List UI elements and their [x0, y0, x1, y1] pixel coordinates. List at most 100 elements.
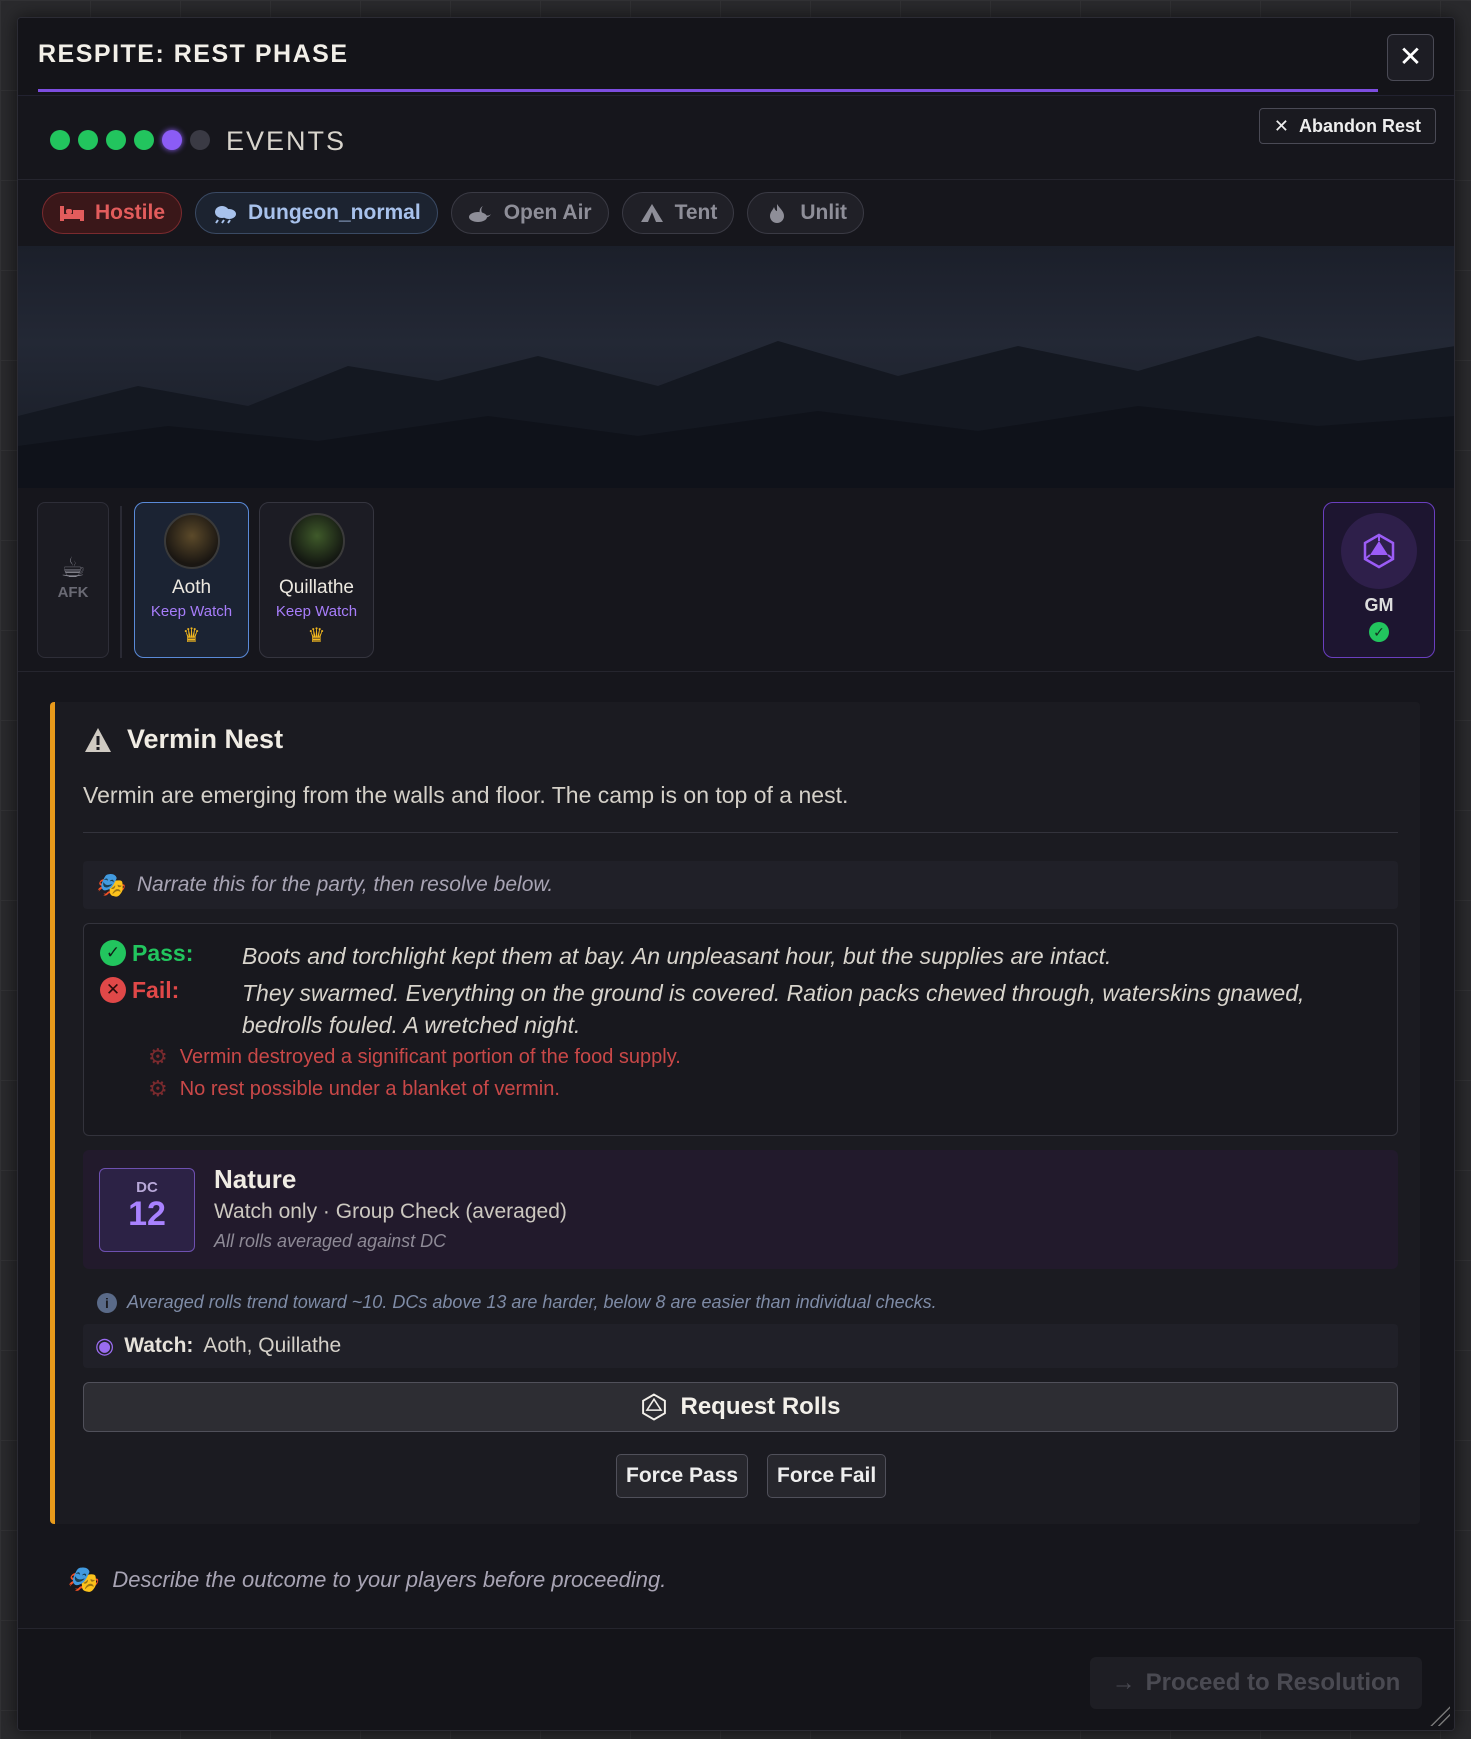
phase-progress-dots	[50, 130, 210, 150]
phase-label: EVENTS	[226, 126, 347, 156]
title-underline	[38, 89, 1378, 92]
member-activity: Keep Watch	[150, 603, 233, 620]
event-title: Vermin Nest	[127, 724, 284, 754]
bed-icon	[60, 206, 84, 221]
dc-value: 12	[128, 1195, 166, 1233]
tag-tent[interactable]: Tent	[621, 192, 735, 234]
narrate-text: Narrate this for the party, then resolve…	[136, 873, 554, 896]
consequence-item: ⚙ No rest possible under a blanket of ve…	[148, 1076, 560, 1102]
crown-icon: ♛	[182, 625, 201, 647]
x-circle-icon: ✕	[100, 977, 126, 1003]
watch-names: Aoth, Quillathe	[203, 1334, 342, 1357]
dc-badge: DC 12	[99, 1168, 195, 1252]
proceed-label: Proceed to Resolution	[1145, 1669, 1401, 1696]
theater-masks-icon: 🎭	[95, 871, 125, 899]
abandon-rest-label: Abandon Rest	[1298, 116, 1421, 136]
tag-dungeon[interactable]: Dungeon_normal	[195, 192, 438, 234]
gm-slot[interactable]: GM ✓	[1323, 502, 1435, 658]
describe-text: Describe the outcome to your players bef…	[112, 1566, 667, 1592]
flame-icon	[770, 204, 785, 223]
skill-check-panel: DC 12 Nature Watch only · Group Check (a…	[83, 1150, 1398, 1269]
hint-text: Averaged rolls trend toward ~10. DCs abo…	[127, 1292, 937, 1312]
tag-label: Dungeon_normal	[248, 201, 421, 224]
close-icon: ✕	[1273, 116, 1289, 136]
arrow-right-icon: →	[1111, 1669, 1136, 1696]
request-rolls-button[interactable]: Request Rolls	[83, 1382, 1398, 1432]
pass-label: Pass:	[132, 940, 194, 966]
party-bar: ☕ AFK Aoth Keep Watch ♛ Quillathe Keep W…	[18, 488, 1454, 672]
describe-prompt: 🎭 Describe the outcome to your players b…	[66, 1564, 666, 1595]
watch-row: ◉ Watch: Aoth, Quillathe	[83, 1324, 1398, 1368]
tag-open-air[interactable]: Open Air	[450, 192, 609, 234]
party-divider	[120, 506, 122, 658]
sky-icon	[468, 206, 491, 222]
phase-dot	[106, 130, 126, 150]
gear-icon: ⚙	[148, 1076, 168, 1101]
crown-icon: ♛	[307, 625, 326, 647]
consequence-text: Vermin destroyed a significant portion o…	[179, 1045, 681, 1068]
resize-handle[interactable]	[1428, 1704, 1450, 1726]
tag-unlit[interactable]: Unlit	[747, 192, 865, 234]
tent-icon	[640, 204, 663, 222]
request-rolls-label: Request Rolls	[680, 1393, 841, 1420]
d20-icon	[642, 1393, 667, 1421]
footer: → Proceed to Resolution	[18, 1628, 1454, 1730]
fail-text: They swarmed. Everything on the ground i…	[242, 980, 1305, 1038]
close-button[interactable]: ✕	[1387, 34, 1434, 81]
gm-avatar	[1341, 513, 1417, 589]
averaging-hint: i Averaged rolls trend toward ~10. DCs a…	[97, 1292, 937, 1313]
narrate-prompt: 🎭 Narrate this for the party, then resol…	[83, 861, 1398, 909]
window-title: RESPITE: REST PHASE	[38, 40, 349, 68]
check-circle-icon: ✓	[100, 940, 126, 966]
consequence-text: No rest possible under a blanket of verm…	[179, 1077, 560, 1100]
fail-row: ✕ Fail: They swarmed. Everything on the …	[100, 977, 1372, 1041]
event-title-row: Vermin Nest	[83, 724, 283, 755]
watch-label: Watch:	[124, 1334, 194, 1357]
avatar	[288, 513, 345, 569]
dc-label: DC	[136, 1179, 158, 1196]
afk-slot[interactable]: ☕ AFK	[37, 502, 109, 658]
skill-name: Nature	[214, 1164, 297, 1194]
phase-dot	[134, 130, 154, 150]
tag-label: Tent	[674, 201, 718, 224]
coffee-cup-icon: ☕	[60, 552, 86, 583]
avatar	[163, 513, 220, 569]
theater-masks-icon: 🎭	[66, 1564, 99, 1594]
info-icon: i	[97, 1292, 117, 1313]
tag-label: Hostile	[95, 201, 166, 224]
d20-icon	[1363, 533, 1395, 569]
abandon-rest-button[interactable]: ✕ Abandon Rest	[1258, 108, 1436, 144]
party-member-aoth[interactable]: Aoth Keep Watch ♛	[134, 502, 249, 658]
phase-dot	[78, 130, 98, 150]
force-fail-button[interactable]: Force Fail	[767, 1454, 887, 1498]
tag-hostile[interactable]: Hostile	[42, 192, 183, 234]
warning-icon	[85, 727, 111, 752]
mountain-silhouette	[18, 336, 1454, 488]
outcomes-panel: ✓ Pass: Boots and torchlight kept them a…	[83, 923, 1398, 1136]
rest-phase-window: RESPITE: REST PHASE ✕ EVENTS ✕ Abandon R…	[17, 17, 1455, 1731]
phase-dot	[190, 130, 210, 150]
tag-label: Unlit	[800, 201, 848, 224]
event-card: Vermin Nest Vermin are emerging from the…	[50, 702, 1420, 1524]
tag-label: Open Air	[503, 201, 592, 224]
event-description: Vermin are emerging from the walls and f…	[83, 782, 849, 808]
title-bar[interactable]: RESPITE: REST PHASE ✕	[18, 18, 1454, 96]
gm-label: GM	[1364, 595, 1394, 615]
pass-text: Boots and torchlight kept them at bay. A…	[242, 943, 1112, 969]
force-pass-button[interactable]: Force Pass	[616, 1454, 749, 1498]
proceed-to-resolution-button[interactable]: → Proceed to Resolution	[1090, 1657, 1422, 1709]
scene-banner	[18, 246, 1454, 488]
consequence-item: ⚙ Vermin destroyed a significant portion…	[148, 1044, 681, 1070]
member-name: Quillathe	[279, 577, 354, 598]
check-note: All rolls averaged against DC	[214, 1231, 447, 1251]
gear-icon: ⚙	[148, 1044, 168, 1069]
phase-bar: EVENTS ✕ Abandon Rest	[18, 96, 1454, 180]
party-member-quillathe[interactable]: Quillathe Keep Watch ♛	[259, 502, 374, 658]
afk-label: AFK	[57, 584, 89, 601]
condition-tags: Hostile Dungeon_normal Open Air Tent Unl…	[18, 180, 1454, 246]
cloud-icon	[215, 206, 237, 224]
check-type: Watch only · Group Check (averaged)	[214, 1200, 567, 1223]
member-name: Aoth	[171, 577, 212, 598]
pass-row: ✓ Pass: Boots and torchlight kept them a…	[100, 940, 1372, 972]
member-activity: Keep Watch	[275, 603, 358, 620]
